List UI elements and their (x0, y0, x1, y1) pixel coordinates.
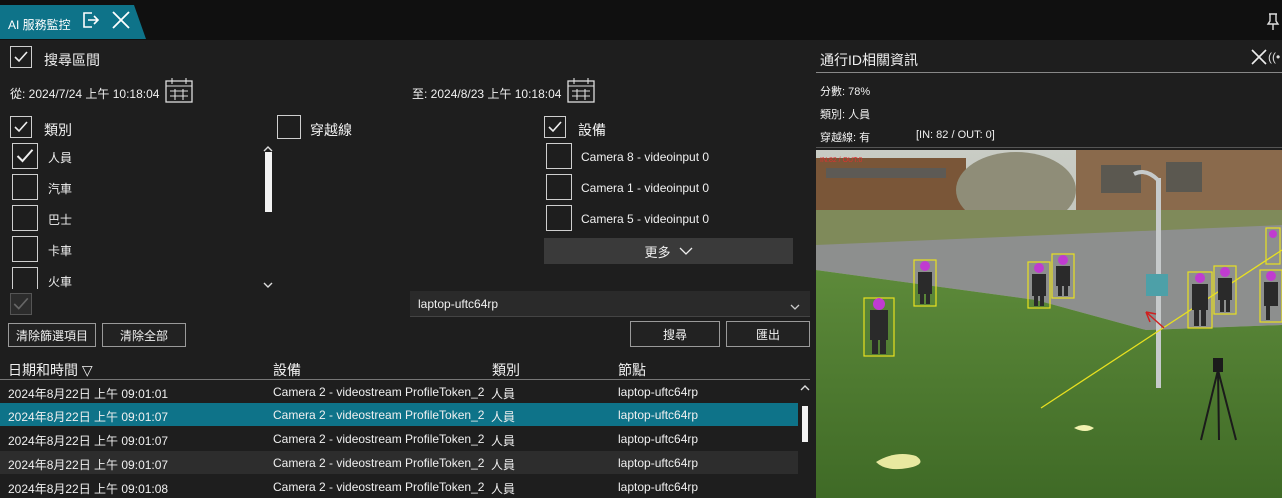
device-item-label: Camera 1 - videoinput 0 (581, 181, 710, 195)
node-dropdown-value: laptop-uftc64rp (418, 297, 499, 311)
title-bar (0, 0, 1282, 40)
device-item-label: Camera 8 - videoinput 0 (581, 150, 710, 164)
cell-category: 人員 (491, 387, 516, 401)
pin-icon[interactable] (1266, 12, 1280, 33)
export-button[interactable]: 匯出 (726, 321, 810, 347)
close-icon[interactable] (110, 9, 132, 34)
cell-datetime: 2024年8月22日 上午 09:01:01 (8, 387, 169, 401)
category-item-checkbox[interactable] (12, 143, 38, 169)
column-header-node[interactable]: 節點 (618, 360, 646, 380)
table-row-selected[interactable]: 2024年8月22日 上午 09:01:07 Camera 2 - videos… (0, 403, 798, 426)
overlay-count-text: IN:82 / OUT:0 (820, 157, 863, 164)
exit-icon[interactable] (80, 10, 100, 33)
cell-category: 人員 (491, 410, 516, 424)
table-row[interactable]: 2024年8月22日 上午 09:01:07 Camera 2 - videos… (0, 427, 798, 450)
divider (816, 147, 1282, 148)
cell-category: 人員 (491, 482, 516, 496)
tab-title: AI 服務監控 (8, 18, 71, 32)
table-header: 日期和時間 ▽ 設備 類別 節點 (0, 356, 810, 380)
to-calendar-icon[interactable] (567, 77, 595, 106)
category-scrollbar-thumb[interactable] (265, 152, 272, 212)
device-label: 設備 (578, 122, 606, 138)
cell-node: laptop-uftc64rp (618, 480, 699, 494)
score-text: 分數: 78% (820, 86, 871, 98)
from-date-text: 從: 2024/7/24 上午 10:18:04 (10, 87, 160, 101)
table-row[interactable]: 2024年8月22日 上午 09:01:01 Camera 2 - videos… (0, 380, 798, 403)
search-range-checkbox[interactable] (10, 46, 32, 68)
clear-selection-button[interactable]: 清除篩選項目 (8, 323, 96, 347)
device-item-checkbox[interactable] (546, 205, 572, 231)
camera-snapshot: IN:82 / OUT:0 (816, 150, 1282, 498)
cell-category: 人員 (491, 458, 516, 472)
cell-datetime: 2024年8月22日 上午 09:01:07 (8, 458, 169, 472)
column-header-datetime[interactable]: 日期和時間 ▽ (8, 360, 93, 380)
category-item-label: 火車 (48, 275, 73, 289)
more-label: 更多 (644, 244, 671, 260)
category-item-checkbox[interactable] (12, 205, 38, 231)
cell-node: laptop-uftc64rp (618, 456, 699, 470)
category-checkbox[interactable] (10, 116, 32, 138)
more-devices-button[interactable]: 更多 (544, 238, 793, 264)
chevron-down-icon (790, 299, 800, 314)
crossline-checkbox[interactable] (277, 115, 301, 139)
chevron-down-icon (679, 247, 692, 255)
cell-datetime: 2024年8月22日 上午 09:01:07 (8, 434, 169, 448)
cell-device: Camera 2 - videostream ProfileToken_2 (273, 456, 485, 470)
category-item-checkbox[interactable] (12, 174, 38, 200)
table-scrollbar-thumb[interactable] (802, 406, 808, 442)
node-dropdown[interactable]: laptop-uftc64rp (410, 291, 810, 317)
device-item-label: Camera 5 - videoinput 0 (581, 212, 710, 226)
crossline-label: 穿越線 (310, 122, 352, 138)
search-range-label: 搜尋區間 (44, 52, 100, 68)
device-item-checkbox[interactable] (546, 143, 572, 169)
cell-node: laptop-uftc64rp (618, 432, 699, 446)
detail-panel-title: 通行ID相關資訊 (820, 52, 918, 68)
category-label: 類別 (44, 122, 72, 138)
category-item-label: 巴士 (48, 213, 73, 227)
cell-datetime: 2024年8月22日 上午 09:01:08 (8, 482, 169, 496)
scroll-up-icon[interactable] (800, 380, 810, 395)
panel-extra-icon[interactable]: ((• (1268, 50, 1280, 64)
column-header-device[interactable]: 設備 (273, 360, 301, 380)
divider (816, 72, 1282, 73)
cell-node: laptop-uftc64rp (618, 385, 699, 399)
cell-datetime: 2024年8月22日 上午 09:01:07 (8, 410, 169, 424)
category-item-checkbox[interactable] (12, 267, 38, 289)
close-icon[interactable] (1250, 48, 1268, 69)
device-checkbox[interactable] (544, 116, 566, 138)
crossline-text: 穿越線: 有 (820, 132, 871, 144)
table-row[interactable]: 2024年8月22日 上午 09:01:08 Camera 2 - videos… (0, 475, 798, 498)
search-button[interactable]: 搜尋 (630, 321, 720, 347)
clear-all-button[interactable]: 清除全部 (102, 323, 186, 347)
cell-node: laptop-uftc64rp (618, 408, 699, 422)
category-item-label: 卡車 (48, 244, 73, 258)
cell-device: Camera 2 - videostream ProfileToken_2 (273, 432, 485, 446)
cell-device: Camera 2 - videostream ProfileToken_2 (273, 480, 485, 494)
to-date-text: 至: 2024/8/23 上午 10:18:04 (412, 87, 562, 101)
device-item-checkbox[interactable] (546, 174, 572, 200)
category-text: 類別: 人員 (820, 109, 871, 121)
column-header-category[interactable]: 類別 (492, 360, 520, 380)
cell-device: Camera 2 - videostream ProfileToken_2 (273, 408, 485, 422)
table-row[interactable]: 2024年8月22日 上午 09:01:07 Camera 2 - videos… (0, 451, 798, 474)
category-item-label: 汽車 (48, 182, 73, 196)
from-calendar-icon[interactable] (165, 77, 193, 106)
in-out-count: [IN: 82 / OUT: 0] (916, 129, 995, 141)
category-item-checkbox[interactable] (12, 236, 38, 262)
scroll-down-icon[interactable] (263, 277, 273, 292)
category-item-label: 人員 (48, 151, 73, 165)
disabled-checkbox (10, 293, 32, 315)
cell-category: 人員 (491, 434, 516, 448)
cell-device: Camera 2 - videostream ProfileToken_2 (273, 385, 485, 399)
